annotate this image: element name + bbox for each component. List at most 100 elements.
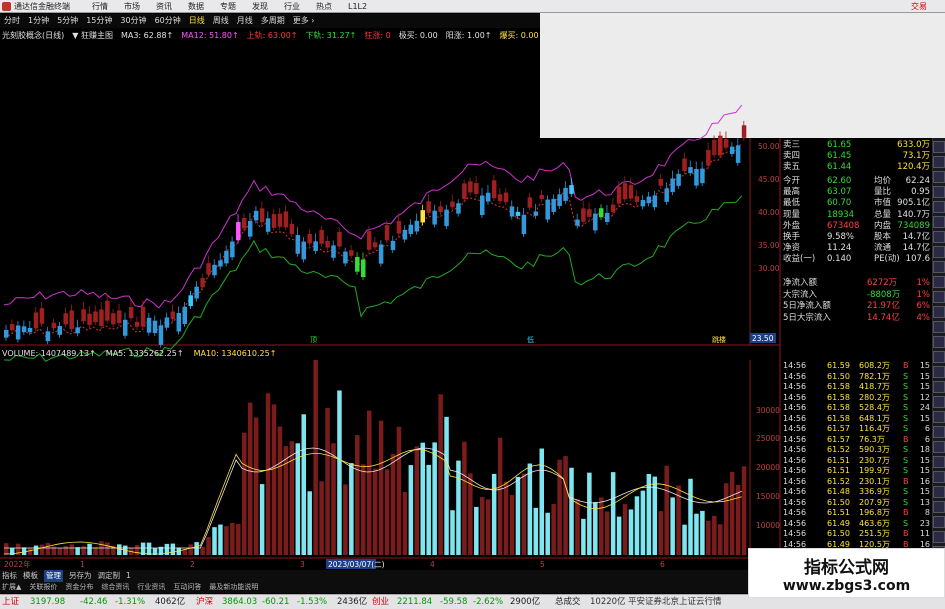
candle xyxy=(123,319,128,336)
side-tool-icon[interactable] xyxy=(933,306,945,318)
side-tool-icon[interactable] xyxy=(933,141,945,153)
volume-ma10: MA10: 1340610.25↑ xyxy=(193,349,277,358)
sh-label: 上证 xyxy=(2,597,20,607)
quote-row: 最低 60.70 市值 905.1亿 xyxy=(781,198,932,209)
side-tool-icon[interactable] xyxy=(933,486,945,498)
side-tool-icon[interactable] xyxy=(933,261,945,273)
side-tool-icon[interactable] xyxy=(933,291,945,303)
trade-time: 14:56 xyxy=(783,361,807,370)
volume-bar xyxy=(301,414,306,555)
lower-band-line xyxy=(3,195,743,362)
trade-row: 14:56 61.48 336.9万 S 15 xyxy=(781,486,932,497)
volume-bar xyxy=(729,471,735,555)
signal-label: 跳楼 xyxy=(712,335,726,344)
side-tool-icon[interactable] xyxy=(933,426,945,438)
quote-value: 0.140 xyxy=(827,254,852,265)
candle xyxy=(45,331,51,342)
cursor-date-label: 2023/03/07(二) xyxy=(328,560,385,569)
volume-bar xyxy=(420,442,425,555)
candle xyxy=(438,206,443,213)
side-tool-icon[interactable] xyxy=(933,216,945,228)
trade-time: 14:56 xyxy=(783,382,807,391)
candle xyxy=(610,204,616,212)
trade-price: 61.58 xyxy=(827,382,850,391)
candle xyxy=(569,185,574,194)
side-tool-icon[interactable] xyxy=(933,231,945,243)
candle xyxy=(557,194,562,206)
candle xyxy=(265,218,271,232)
volume-bar xyxy=(450,510,455,555)
volume-tick-label: 25000 xyxy=(756,434,780,443)
quote-label: 净资 xyxy=(783,243,801,254)
quote-label2: 总量 xyxy=(874,209,892,220)
volume-bar xyxy=(402,492,408,555)
side-tool-icon[interactable] xyxy=(933,321,945,333)
side-toolbar xyxy=(932,138,945,588)
side-tool-icon[interactable] xyxy=(933,441,945,453)
indicator-tab[interactable]: 另存为 xyxy=(69,570,92,582)
candle xyxy=(539,194,544,200)
volume-bar xyxy=(682,524,687,555)
indicator-tab[interactable]: 管理 xyxy=(44,570,63,582)
trade-count: 6 xyxy=(924,424,930,433)
trade-volume: 76.3万 xyxy=(859,434,885,444)
volume-bar xyxy=(271,404,277,555)
side-tool-icon[interactable] xyxy=(933,171,945,183)
time-tick-label: 6 xyxy=(660,560,665,569)
volume-bar xyxy=(569,467,574,555)
tick-trades-list[interactable]: 14:56 61.59 608.2万 B 15 14:56 61.50 782.1万 S 15 14… xyxy=(781,358,932,559)
volume-bar xyxy=(218,524,223,555)
indicator-tab[interactable]: 调定制 xyxy=(98,570,121,582)
trade-time: 14:56 xyxy=(783,424,807,433)
side-tool-icon[interactable] xyxy=(933,366,945,378)
trade-count: 18 xyxy=(919,445,930,454)
side-tool-icon[interactable] xyxy=(933,456,945,468)
fund-flow-row: 净流入额 6272万 1% xyxy=(781,278,932,289)
side-tool-icon[interactable] xyxy=(933,246,945,258)
quote-value: 61.45 xyxy=(827,151,852,161)
volume-bar xyxy=(331,443,336,555)
side-tool-icon[interactable] xyxy=(933,531,945,543)
watermark-title: 指标公式网 xyxy=(804,558,889,578)
side-tool-icon[interactable] xyxy=(933,156,945,168)
quote-label2: 市值 xyxy=(874,198,892,209)
side-tool-icon[interactable] xyxy=(933,516,945,528)
extension-tab[interactable]: 综合资讯 xyxy=(101,582,129,593)
side-tool-icon[interactable] xyxy=(933,396,945,408)
flow-pct: 6% xyxy=(916,301,931,311)
trade-price: 61.50 xyxy=(827,497,850,507)
quote-row: 今开 62.60 均价 62.24 xyxy=(781,176,932,187)
extension-tab[interactable]: 互动问答 xyxy=(173,582,201,593)
extension-tab[interactable]: 行业资讯 xyxy=(137,582,165,593)
volume-bar xyxy=(658,511,663,555)
indicator-tab[interactable]: 1 xyxy=(126,570,131,582)
side-tool-icon[interactable] xyxy=(933,471,945,483)
quote-label: 今开 xyxy=(783,176,801,186)
side-tool-icon[interactable] xyxy=(933,186,945,198)
trade-side: S xyxy=(903,487,909,496)
side-tool-icon[interactable] xyxy=(933,351,945,363)
trade-side: S xyxy=(903,403,909,412)
side-tool-icon[interactable] xyxy=(933,336,945,348)
candle xyxy=(372,242,378,248)
side-tool-icon[interactable] xyxy=(933,201,945,213)
volume-bar xyxy=(474,506,479,555)
extension-tab[interactable]: 最及新功能说明 xyxy=(209,582,258,593)
sz-change: -60.21 xyxy=(262,597,290,607)
side-tool-icon[interactable] xyxy=(933,381,945,393)
price-tick-label: 50.00 xyxy=(758,142,780,151)
quote-label: 外盘 xyxy=(783,220,801,231)
volume-info-bar: VOLUME: 1407489.13↑ MA5: 1335262.25↑ MA1… xyxy=(0,348,780,360)
extension-tab[interactable]: 关联报价 xyxy=(29,582,57,593)
indicator-tab[interactable]: 指标 xyxy=(2,570,17,582)
indicator-tab[interactable]: 模板 xyxy=(23,570,38,582)
side-tool-icon[interactable] xyxy=(933,276,945,288)
fund-flow-row: 大宗流入 -8808万 1% xyxy=(781,290,932,301)
side-tool-icon[interactable] xyxy=(933,501,945,513)
volume-bar xyxy=(485,499,491,555)
extension-tab[interactable]: 扩展▲ xyxy=(2,582,21,593)
trade-row: 14:56 61.59 608.2万 B 15 xyxy=(781,360,932,371)
quote-label2: 量比 xyxy=(874,187,892,198)
extension-tab[interactable]: 资金分布 xyxy=(65,582,93,593)
side-tool-icon[interactable] xyxy=(933,411,945,423)
